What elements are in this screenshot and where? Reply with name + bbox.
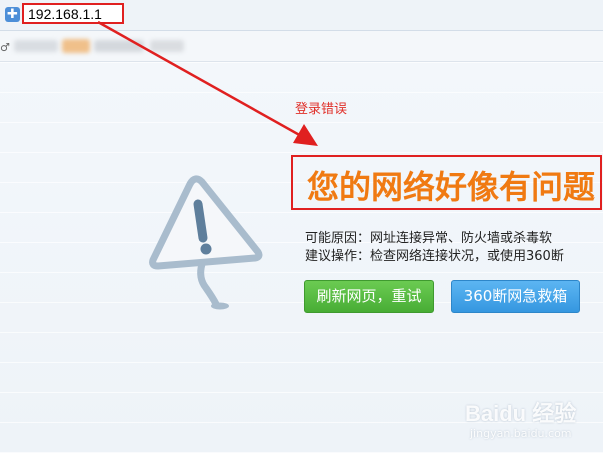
baidu-watermark-url: jingyan.baidu.com [470, 427, 572, 440]
network-rescue-button[interactable]: 360断网急救箱 [451, 280, 580, 313]
error-title-box: 您的网络好像有问题 [291, 155, 602, 210]
possible-causes-text: 可能原因：网址连接异常、防火墙或杀毒软 [305, 231, 553, 246]
refresh-button[interactable]: 刷新网页，重试 [304, 280, 434, 313]
error-info: 可能原因：网址连接异常、防火墙或杀毒软 建议操作：检查网络连接状况，或使用360… [305, 230, 603, 266]
error-title: 您的网络好像有问题 [307, 168, 596, 206]
baidu-watermark-logo: Baidu 经验 [465, 401, 577, 426]
annotation-arrow [97, 20, 318, 146]
suggested-actions-text: 建议操作：检查网络连接状况，或使用360断 [305, 249, 564, 264]
